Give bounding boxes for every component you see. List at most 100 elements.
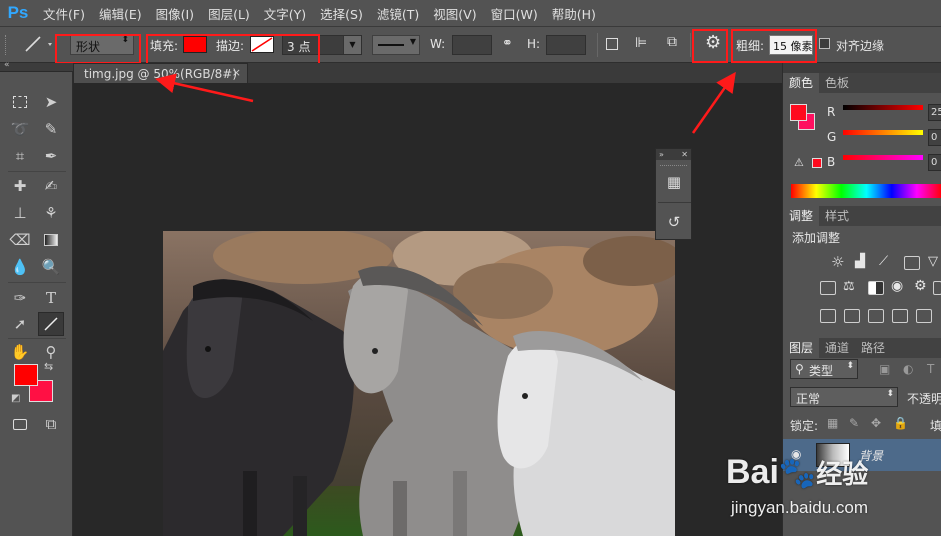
invert-icon[interactable] <box>820 309 836 323</box>
filter-type-icon[interactable]: T <box>927 362 934 376</box>
g-slider[interactable] <box>843 130 923 135</box>
crop-tool-icon[interactable]: ⌗ <box>7 144 33 168</box>
blend-mode-select[interactable]: 正常 ⬍ <box>790 387 898 407</box>
height-input[interactable] <box>546 35 586 55</box>
path-operations-icon[interactable] <box>606 38 618 50</box>
g-value[interactable]: 0 <box>928 129 941 146</box>
grip[interactable] <box>660 160 687 166</box>
foreground-color-swatch[interactable] <box>14 364 38 386</box>
line-tool-icon[interactable] <box>38 312 64 336</box>
move-tool-icon[interactable]: ➤ <box>38 90 64 114</box>
healing-brush-tool-icon[interactable]: ✚ <box>7 174 33 198</box>
menu-file[interactable]: 文件(F) <box>36 4 92 23</box>
r-slider[interactable] <box>843 105 923 110</box>
tab-channels[interactable]: 通道 <box>819 338 855 358</box>
color-balance-icon[interactable]: ⚖ <box>843 279 855 294</box>
lasso-tool-icon[interactable]: ➰ <box>7 117 33 141</box>
menu-image[interactable]: 图像(I) <box>149 4 201 23</box>
color-panel-foreground[interactable] <box>790 104 807 121</box>
menu-view[interactable]: 视图(V) <box>426 4 483 23</box>
menu-help[interactable]: 帮助(H) <box>545 4 603 23</box>
mini-panel-header[interactable]: » ✕ <box>656 149 691 160</box>
eraser-tool-icon[interactable]: ⌫ <box>7 228 33 252</box>
quick-select-tool-icon[interactable]: ✎ <box>38 117 64 141</box>
history-brush-tool-icon[interactable]: ⚘ <box>38 201 64 225</box>
filter-pixel-icon[interactable]: ▣ <box>879 362 890 376</box>
color-lookup-icon[interactable] <box>933 281 941 295</box>
threshold-icon[interactable] <box>868 309 884 323</box>
hand-tool-icon[interactable]: ✋ <box>7 340 33 364</box>
properties-icon[interactable]: ▦ <box>665 173 683 191</box>
menu-window[interactable]: 窗口(W) <box>484 4 545 23</box>
tab-paths[interactable]: 路径 <box>855 338 891 358</box>
gamut-swatch[interactable] <box>812 158 822 168</box>
photo-filter-icon[interactable]: ◉ <box>891 278 903 294</box>
color-spectrum-bar[interactable] <box>791 184 941 198</box>
tab-adjustments[interactable]: 调整 <box>783 206 820 226</box>
posterize-icon[interactable] <box>844 309 860 323</box>
collapse-icon[interactable]: « <box>4 60 10 70</box>
channel-mixer-icon[interactable]: ⚙ <box>914 278 927 294</box>
expand-icon[interactable]: » <box>659 150 664 159</box>
blur-tool-icon[interactable]: 💧 <box>7 255 33 279</box>
levels-icon[interactable]: ▟ <box>855 254 865 269</box>
type-tool-icon[interactable]: T <box>38 286 64 310</box>
quick-mask-icon[interactable] <box>7 412 33 436</box>
menu-layer[interactable]: 图层(L) <box>201 4 257 23</box>
r-value[interactable]: 25 <box>928 104 941 121</box>
vibrance-icon[interactable]: ▽ <box>928 254 938 269</box>
gamut-warning-icon[interactable]: ⚠ <box>794 156 804 169</box>
b-value[interactable]: 0 <box>928 154 941 171</box>
tab-layers[interactable]: 图层 <box>783 338 820 358</box>
default-colors-icon[interactable]: ◩ <box>11 393 20 404</box>
b-slider[interactable] <box>843 155 923 160</box>
toolbox-header[interactable]: « <box>0 60 73 72</box>
document-image-horses[interactable] <box>163 231 675 536</box>
history-icon[interactable]: ↺ <box>665 213 683 231</box>
path-arrangement-icon[interactable]: ⧉ <box>667 34 677 50</box>
menu-edit[interactable]: 编辑(E) <box>92 4 149 23</box>
filter-adjustment-icon[interactable]: ◐ <box>903 362 913 376</box>
lock-pixels-icon[interactable]: ✎ <box>849 416 859 430</box>
tab-styles[interactable]: 样式 <box>819 206 855 226</box>
gradient-tool-icon[interactable] <box>38 228 64 252</box>
swap-colors-icon[interactable]: ⇆ <box>44 360 53 373</box>
exposure-icon[interactable] <box>904 256 920 270</box>
lock-position-icon[interactable]: ✥ <box>871 416 881 430</box>
curves-icon[interactable]: ⟋ <box>879 254 888 269</box>
hue-saturation-icon[interactable] <box>820 281 836 295</box>
close-icon[interactable]: ✕ <box>681 150 688 159</box>
menu-type[interactable]: 文字(Y) <box>257 4 313 23</box>
dock-header[interactable] <box>783 63 941 73</box>
menu-filter[interactable]: 滤镜(T) <box>370 4 426 23</box>
brush-tool-icon[interactable]: ✍ <box>38 174 64 198</box>
screen-mode-icon[interactable]: ⧉ <box>38 412 64 436</box>
layer-kind-filter[interactable]: ⚲ 类型 ⬍ <box>790 359 858 379</box>
tab-color[interactable]: 颜色 <box>783 73 820 93</box>
stroke-width-dropdown-icon[interactable]: ▼ <box>343 36 361 54</box>
width-input[interactable] <box>452 35 492 55</box>
align-edges-checkbox[interactable] <box>819 38 830 49</box>
path-select-tool-icon[interactable]: ➚ <box>7 312 33 336</box>
black-white-icon[interactable] <box>868 281 884 295</box>
stroke-type-select[interactable]: ▼ <box>372 35 420 55</box>
dodge-tool-icon[interactable]: 🔍 <box>38 255 64 279</box>
clone-stamp-tool-icon[interactable]: ⊥ <box>7 201 33 225</box>
close-tab-icon[interactable]: × <box>232 66 241 79</box>
eyedropper-tool-icon[interactable]: ✒ <box>38 144 64 168</box>
tool-preset-picker[interactable] <box>18 27 58 63</box>
document-tab[interactable]: timg.jpg @ 50%(RGB/8#) × <box>73 63 248 83</box>
selective-color-icon[interactable] <box>892 309 908 323</box>
lock-transparency-icon[interactable]: ▦ <box>827 416 838 430</box>
brightness-icon[interactable]: ☼ <box>831 253 844 271</box>
pen-tool-icon[interactable]: ✑ <box>7 286 33 310</box>
path-alignment-icon[interactable]: ⊫ <box>635 35 647 51</box>
link-dimensions-icon[interactable]: ⚭ <box>502 36 513 51</box>
layers-panel-tabs: 图层 通道 路径 <box>783 338 941 358</box>
lock-all-icon[interactable]: 🔒 <box>893 416 908 430</box>
options-grip[interactable] <box>5 35 8 55</box>
menu-select[interactable]: 选择(S) <box>313 4 370 23</box>
tab-swatches[interactable]: 色板 <box>819 73 855 93</box>
marquee-tool-icon[interactable] <box>7 90 33 114</box>
gradient-map-icon[interactable] <box>916 309 932 323</box>
